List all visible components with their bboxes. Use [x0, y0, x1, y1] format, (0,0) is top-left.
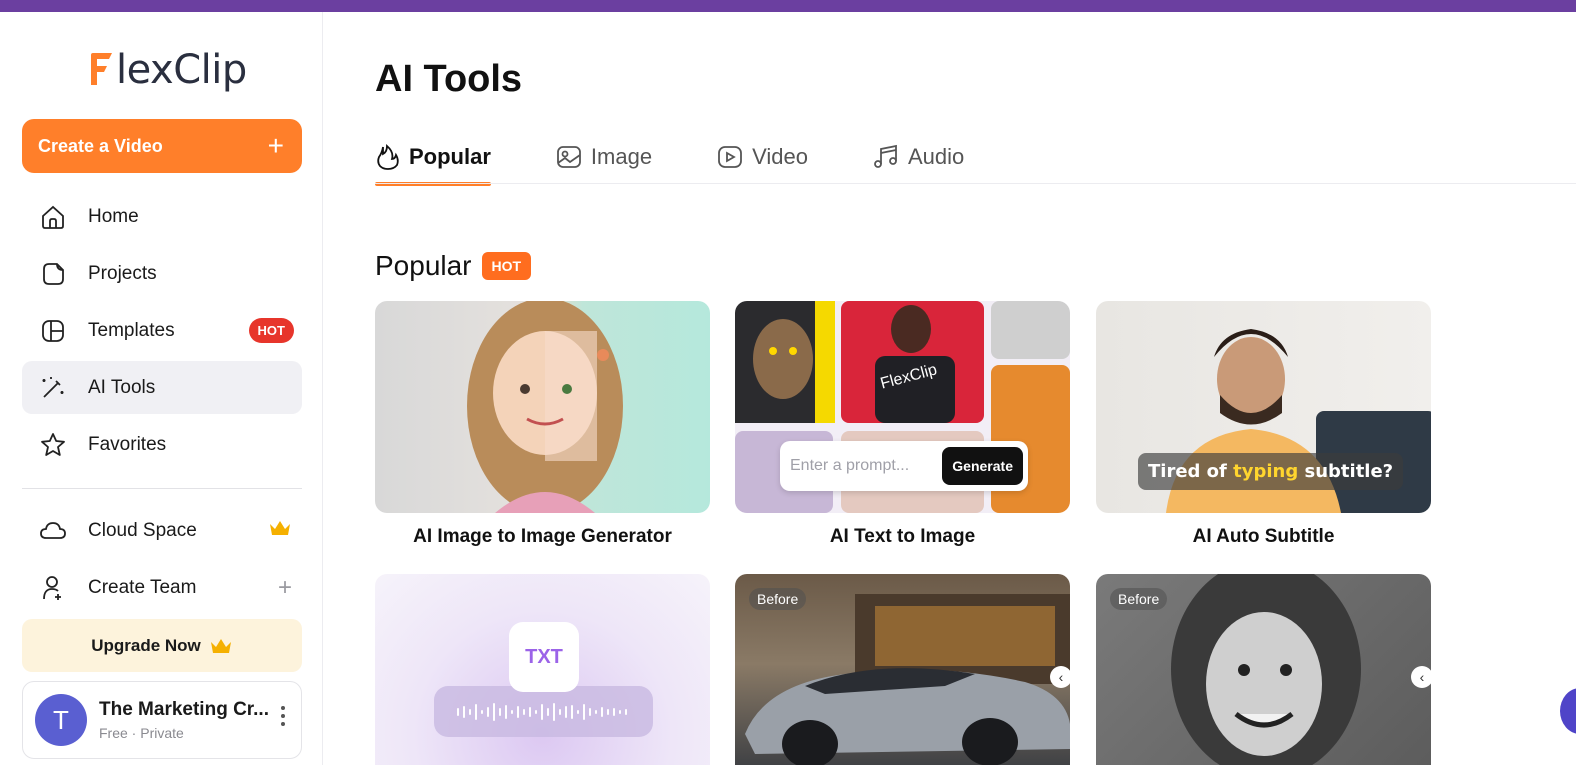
sidebar-item-label: Cloud Space	[88, 519, 197, 541]
crown-icon	[268, 517, 292, 545]
sidebar-item-label: Templates	[88, 319, 175, 341]
tab-label: Video	[752, 144, 808, 169]
card-thumbnail: Tired of typing subtitle?	[1096, 301, 1431, 513]
card-title: AI Text to Image	[829, 526, 976, 547]
music-note-icon	[872, 143, 900, 171]
subtitle-caption: Tired of typing subtitle?	[1138, 453, 1404, 490]
sidebar-item-cloud-space[interactable]: Cloud Space	[22, 504, 302, 557]
magic-wand-icon	[38, 373, 68, 403]
fire-icon	[375, 143, 401, 171]
tab-divider	[375, 183, 1576, 184]
sidebar-secondary-nav: Cloud Space Create Team +	[22, 504, 302, 618]
prompt-input[interactable]: Enter a prompt...	[790, 457, 942, 475]
audio-waveform	[434, 686, 653, 737]
page-title: AI Tools	[375, 58, 523, 100]
prompt-box: Enter a prompt... Generate	[780, 441, 1028, 491]
txt-file-icon: TXT	[509, 622, 579, 692]
more-options-icon[interactable]	[281, 706, 287, 730]
projects-icon	[38, 259, 68, 289]
cloud-icon	[38, 516, 68, 546]
sidebar-item-label: Projects	[88, 262, 157, 284]
sidebar: lexClip Create a Video + Home Projects T…	[0, 12, 323, 765]
card-title: AI Image to Image Generator	[413, 526, 672, 547]
hot-badge: HOT	[248, 318, 294, 343]
sidebar-nav: Home Projects Templates HOT AI Tools Fav…	[22, 190, 302, 475]
card-title: AI Auto Subtitle	[1192, 526, 1335, 547]
account-card[interactable]: T The Marketing Cr... Free · Private	[22, 681, 302, 759]
flexclip-logo[interactable]: lexClip	[88, 46, 247, 94]
tool-card-text-to-image[interactable]: FlexClip Enter a prompt... Generate AI T…	[735, 301, 1070, 548]
card-thumbnail: FlexClip Enter a prompt... Generate	[735, 301, 1070, 513]
before-tag: Before	[749, 588, 807, 610]
tab-image[interactable]: Image	[555, 130, 652, 184]
image-icon	[555, 143, 583, 171]
tool-card-photo-restore[interactable]: Before ‹	[1096, 574, 1431, 765]
tool-card-text-to-speech[interactable]: TXT	[375, 574, 710, 765]
sidebar-divider	[22, 488, 302, 489]
logo-text: lexClip	[116, 47, 247, 93]
account-plan: Free · Private	[99, 725, 184, 741]
tab-audio[interactable]: Audio	[872, 130, 964, 184]
sidebar-item-label: Favorites	[88, 433, 167, 455]
tool-card-enhance-car[interactable]: Before ‹	[735, 574, 1070, 765]
card-thumbnail: Before ‹	[735, 574, 1070, 765]
tab-bar: Popular Image Video Audio	[375, 130, 1028, 186]
account-name: The Marketing Cr...	[99, 699, 269, 720]
tab-label: Image	[590, 144, 653, 169]
card-thumbnail	[375, 301, 710, 513]
hot-badge: HOT	[481, 252, 532, 280]
sidebar-item-label: Home	[88, 205, 139, 227]
before-tag: Before	[1110, 588, 1168, 610]
sidebar-item-create-team[interactable]: Create Team +	[22, 561, 302, 614]
create-video-button[interactable]: Create a Video +	[22, 119, 302, 173]
templates-icon	[38, 316, 68, 346]
create-team-plus-icon[interactable]: +	[278, 574, 292, 602]
tool-card-image-to-image[interactable]: AI Image to Image Generator	[375, 301, 710, 548]
crown-icon	[210, 638, 231, 653]
play-icon	[716, 143, 744, 171]
tab-video[interactable]: Video	[716, 130, 808, 184]
tab-popular[interactable]: Popular	[375, 130, 491, 186]
main-content: AI Tools Popular Image Video Audio Popul…	[324, 12, 1576, 765]
sidebar-item-templates[interactable]: Templates HOT	[22, 304, 302, 357]
tab-label: Popular	[409, 144, 491, 169]
sidebar-item-label: Create Team	[88, 576, 197, 598]
plus-icon: +	[267, 130, 284, 161]
tab-label: Audio	[907, 144, 965, 169]
sidebar-item-projects[interactable]: Projects	[22, 247, 302, 300]
sidebar-item-label: AI Tools	[88, 376, 156, 398]
star-icon	[38, 430, 68, 460]
compare-slider-handle[interactable]: ‹	[1411, 666, 1431, 688]
sidebar-item-home[interactable]: Home	[22, 190, 302, 243]
section-heading: Popular HOT	[375, 250, 532, 282]
add-user-icon	[38, 573, 68, 603]
home-icon	[38, 202, 68, 232]
sidebar-item-favorites[interactable]: Favorites	[22, 418, 302, 471]
avatar: T	[35, 694, 87, 746]
sidebar-item-ai-tools[interactable]: AI Tools	[22, 361, 302, 414]
create-video-label: Create a Video	[38, 135, 163, 156]
upgrade-now-button[interactable]: Upgrade Now	[22, 619, 302, 672]
tool-card-auto-subtitle[interactable]: Tired of typing subtitle? AI Auto Subtit…	[1096, 301, 1431, 548]
compare-slider-handle[interactable]: ‹	[1050, 666, 1070, 688]
generate-button[interactable]: Generate	[942, 447, 1023, 485]
upgrade-label: Upgrade Now	[91, 635, 201, 655]
logo-f-mark-icon	[88, 51, 114, 89]
section-title: Popular	[375, 250, 472, 281]
card-thumbnail: TXT	[375, 574, 710, 765]
top-accent-bar	[0, 0, 1576, 12]
card-thumbnail: Before ‹	[1096, 574, 1431, 765]
